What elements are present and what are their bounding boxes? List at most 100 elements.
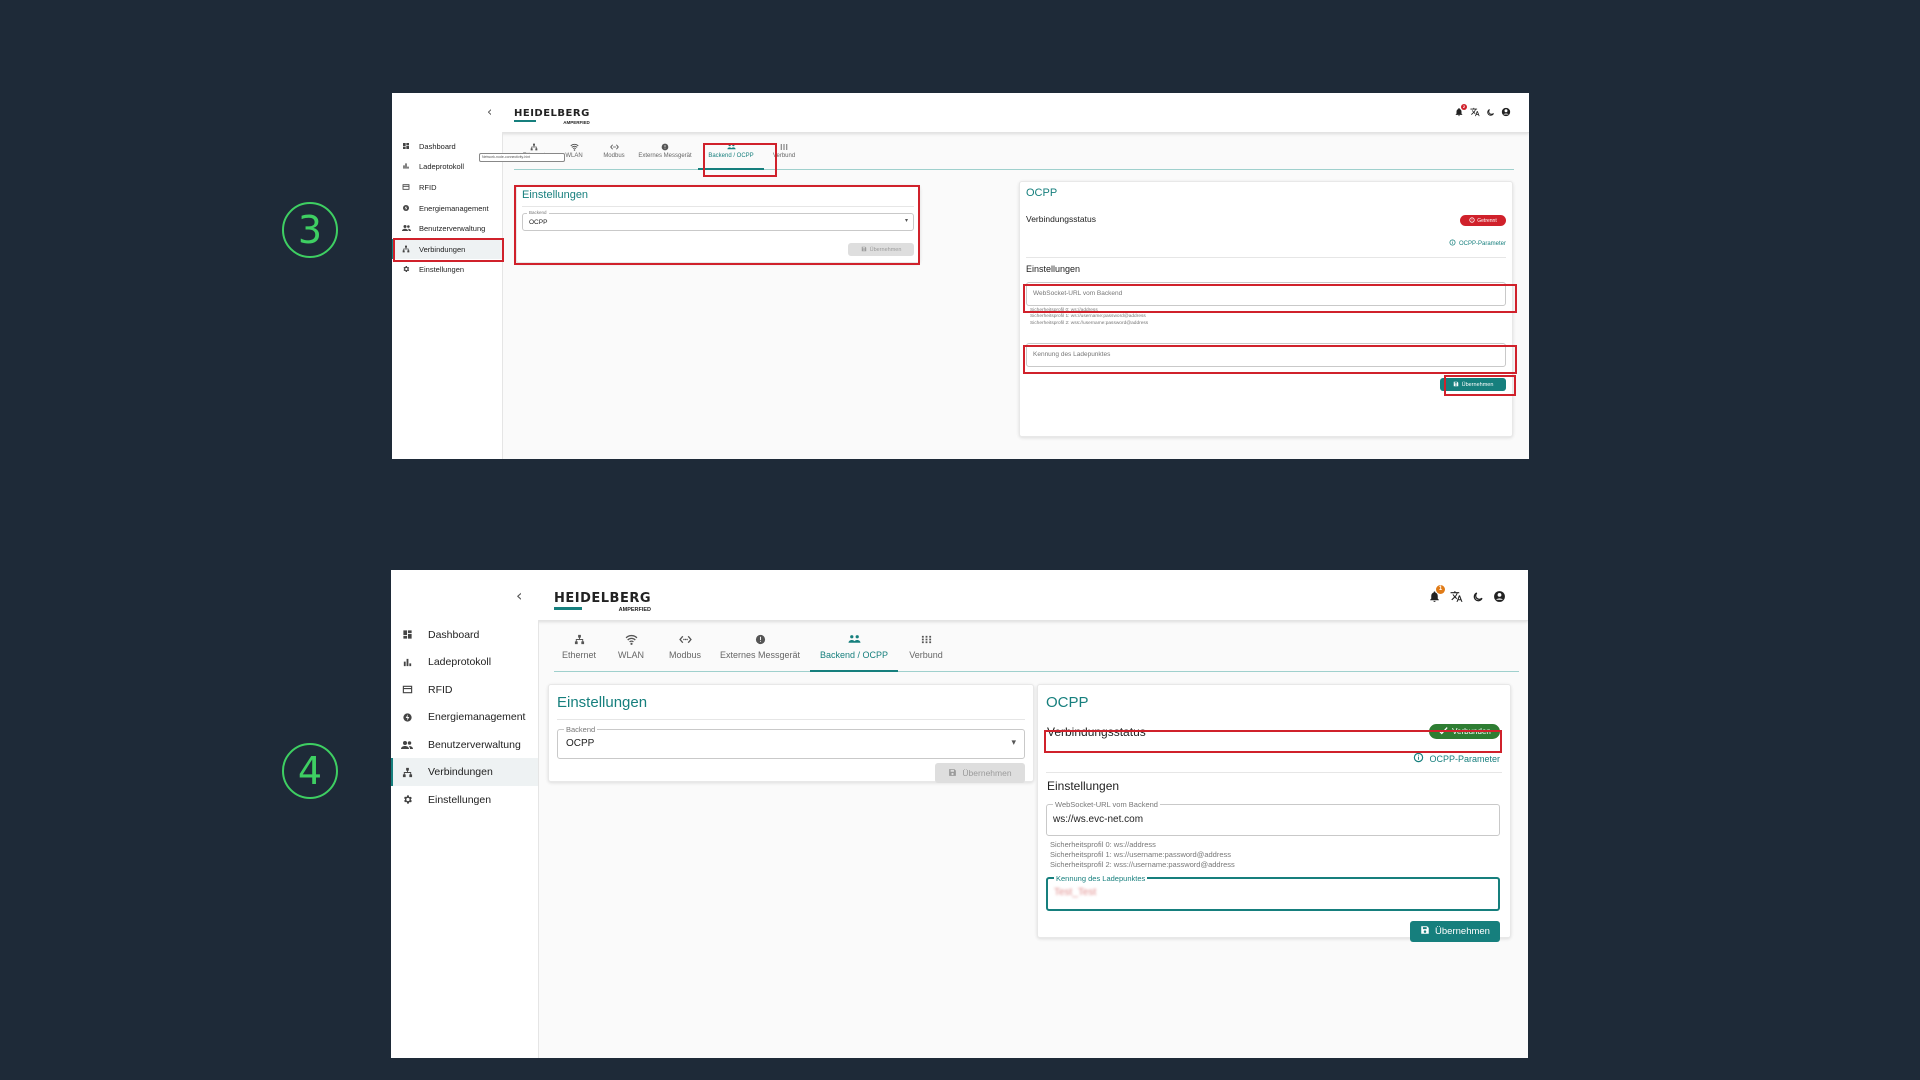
apply-button[interactable]: Übernehmen [1440, 378, 1506, 391]
sidebar-item-verbindungen[interactable]: Verbindungen [391, 758, 538, 786]
backend-value: OCPP [566, 738, 595, 749]
connection-tabs: Ethernet WLAN Modbus Externes Messgerät … [554, 634, 1519, 672]
tab-verbund[interactable]: Verbund [766, 143, 802, 169]
sidebar-item-ladeprotokoll[interactable]: Ladeprotokoll [391, 648, 538, 676]
settings-subtitle: Einstellungen [1047, 779, 1120, 793]
sidebar-item-label: Verbindungen [428, 766, 493, 778]
backend-icon [698, 143, 764, 153]
users-icon [396, 224, 416, 232]
collapse-sidebar-button[interactable]: ‹ [516, 586, 522, 605]
status-text: Verbunden [1452, 727, 1491, 736]
sidebar-item-dashboard[interactable]: Dashboard [391, 621, 538, 648]
apply-label: Übernehmen [869, 246, 902, 253]
connection-tabs: Ethernet WLAN Modbus Externes Messgerät … [514, 143, 1514, 170]
tab-verbund[interactable]: Verbund [900, 634, 952, 671]
ethernet-icon [554, 634, 604, 647]
sidebar-item-rfid[interactable]: RFID [392, 177, 502, 197]
sidebar-item-verbindungen[interactable]: Verbindungen [392, 239, 502, 259]
moon-icon[interactable] [1472, 591, 1484, 603]
code-arrows-icon [660, 634, 710, 647]
account-icon[interactable] [1501, 107, 1511, 117]
gear-icon [396, 265, 416, 273]
apply-button-disabled[interactable]: Übernehmen [935, 763, 1025, 783]
websocket-placeholder: WebSocket-URL vom Backend [1033, 290, 1123, 297]
websocket-url-field[interactable]: WebSocket-URL vom Backend [1026, 282, 1506, 306]
grid-icon [900, 634, 952, 647]
sidebar-item-benutzerverwaltung[interactable]: Benutzerverwaltung [392, 218, 502, 238]
backend-select[interactable]: Backend OCPP ▾ [522, 210, 914, 231]
collapse-sidebar-button[interactable]: ‹ [487, 105, 492, 120]
sidebar-item-label: Verbindungen [419, 244, 466, 254]
check-icon [1438, 726, 1448, 737]
charge-point-id-field[interactable]: Kennung des Ladepunktes Test_Test [1046, 874, 1500, 911]
card-title: Einstellungen [522, 189, 589, 201]
apply-button-disabled[interactable]: Übernehmen [848, 243, 914, 256]
charge-point-placeholder: Kennung des Ladepunktes [1033, 351, 1111, 358]
security-profile-hints: Sicherheitsprofil 0: ws://address Sicher… [1050, 840, 1235, 870]
sidebar-item-label: Benutzerverwaltung [428, 738, 521, 751]
sidebar-item-label: RFID [419, 182, 437, 192]
settings-card: Einstellungen Backend OCPP ▾ Übernehmen [548, 684, 1034, 783]
account-icon[interactable] [1493, 590, 1506, 603]
tab-backend-ocpp[interactable]: Backend / OCPP [810, 634, 898, 672]
moon-icon[interactable] [1486, 108, 1495, 117]
tab-label: Modbus [603, 153, 625, 159]
translate-icon[interactable] [1450, 590, 1463, 603]
link-label: OCPP-Parameter [1429, 753, 1500, 764]
tab-externes-messgeraet[interactable]: Externes Messgerät [716, 634, 804, 671]
apply-button[interactable]: Übernehmen [1410, 921, 1500, 942]
tab-externes-messgeraet[interactable]: Externes Messgerät [634, 143, 696, 169]
charge-point-id-field[interactable]: Kennung des Ladepunktes [1026, 343, 1506, 367]
ocpp-card: OCPP Verbindungsstatus Verbunden OCPP-Pa… [1037, 684, 1511, 942]
translate-icon[interactable] [1470, 107, 1480, 117]
step-number-3: 3 [282, 202, 338, 258]
header-actions: 1 [1428, 585, 1506, 603]
sidebar-item-einstellungen[interactable]: Einstellungen [392, 259, 502, 279]
sidebar-item-label: Energiemanagement [428, 711, 526, 723]
tab-modbus[interactable]: Modbus [594, 143, 634, 169]
tab-backend-ocpp[interactable]: Backend / OCPP [698, 143, 764, 170]
sidebar-item-label: Dashboard [419, 141, 456, 151]
websocket-value: ws://ws.evc-net.com [1053, 814, 1144, 825]
tab-label: WLAN [565, 153, 583, 159]
gear-icon [395, 794, 419, 805]
sidebar-item-label: Ladeprotokoll [419, 161, 465, 171]
sidebar-item-energiemanagement[interactable]: Energiemanagement [392, 198, 502, 218]
sidebar: Dashboard Ladeprotokoll RFID Energiemana… [392, 132, 503, 459]
dashboard-icon [396, 142, 416, 150]
divider [522, 206, 914, 207]
ocpp-parameter-link[interactable]: OCPP-Parameter [1449, 239, 1506, 248]
bell-icon[interactable]: 1 [1428, 585, 1445, 603]
tab-modbus[interactable]: Modbus [660, 634, 710, 671]
tab-label: Backend / OCPP [708, 153, 754, 159]
error-icon [1469, 216, 1475, 225]
energy-icon [395, 712, 419, 723]
chevron-down-icon: ▾ [1011, 737, 1016, 747]
sidebar-item-label: Ladeprotokoll [428, 656, 492, 668]
charge-point-value: Test_Test [1054, 887, 1097, 898]
ethernet-icon [514, 143, 554, 153]
tab-label: Verbund [772, 153, 796, 159]
sidebar-item-einstellungen[interactable]: Einstellungen [391, 786, 538, 813]
sidebar-item-label: Energiemanagement [419, 203, 489, 213]
energy-icon [396, 204, 416, 212]
websocket-url-field[interactable]: WebSocket-URL vom Backend ws://ws.evc-ne… [1046, 800, 1500, 836]
ocpp-parameter-link[interactable]: OCPP-Parameter [1413, 752, 1500, 765]
tab-wlan[interactable]: WLAN [606, 634, 656, 671]
sidebar-item-rfid[interactable]: RFID [391, 676, 538, 703]
dashboard-icon [395, 629, 419, 640]
screenshot-step-3: ‹ HEIDELBERG AMPERFIED 2 Dashboard Ladep… [392, 93, 1529, 459]
backend-label: Backend [527, 210, 549, 215]
bell-icon[interactable]: 2 [1454, 104, 1467, 117]
link-label: OCPP-Parameter [1458, 240, 1506, 247]
sidebar-item-benutzerverwaltung[interactable]: Benutzerverwaltung [391, 731, 538, 758]
app-header: ‹ HEIDELBERG AMPERFIED 2 [392, 93, 1529, 133]
backend-select[interactable]: Backend OCPP ▾ [557, 725, 1025, 759]
screenshot-step-4: ‹ HEIDELBERG AMPERFIED 1 Dashboard Ladep… [391, 570, 1528, 1058]
sidebar-item-energiemanagement[interactable]: Energiemanagement [391, 703, 538, 731]
info-icon [1449, 239, 1456, 248]
tab-ethernet[interactable]: Ethernet [554, 634, 604, 671]
card-title: Einstellungen [557, 694, 648, 711]
backend-label: Backend [564, 725, 598, 734]
hint-line: Sicherheitsprofil 0: ws://address [1050, 840, 1156, 849]
